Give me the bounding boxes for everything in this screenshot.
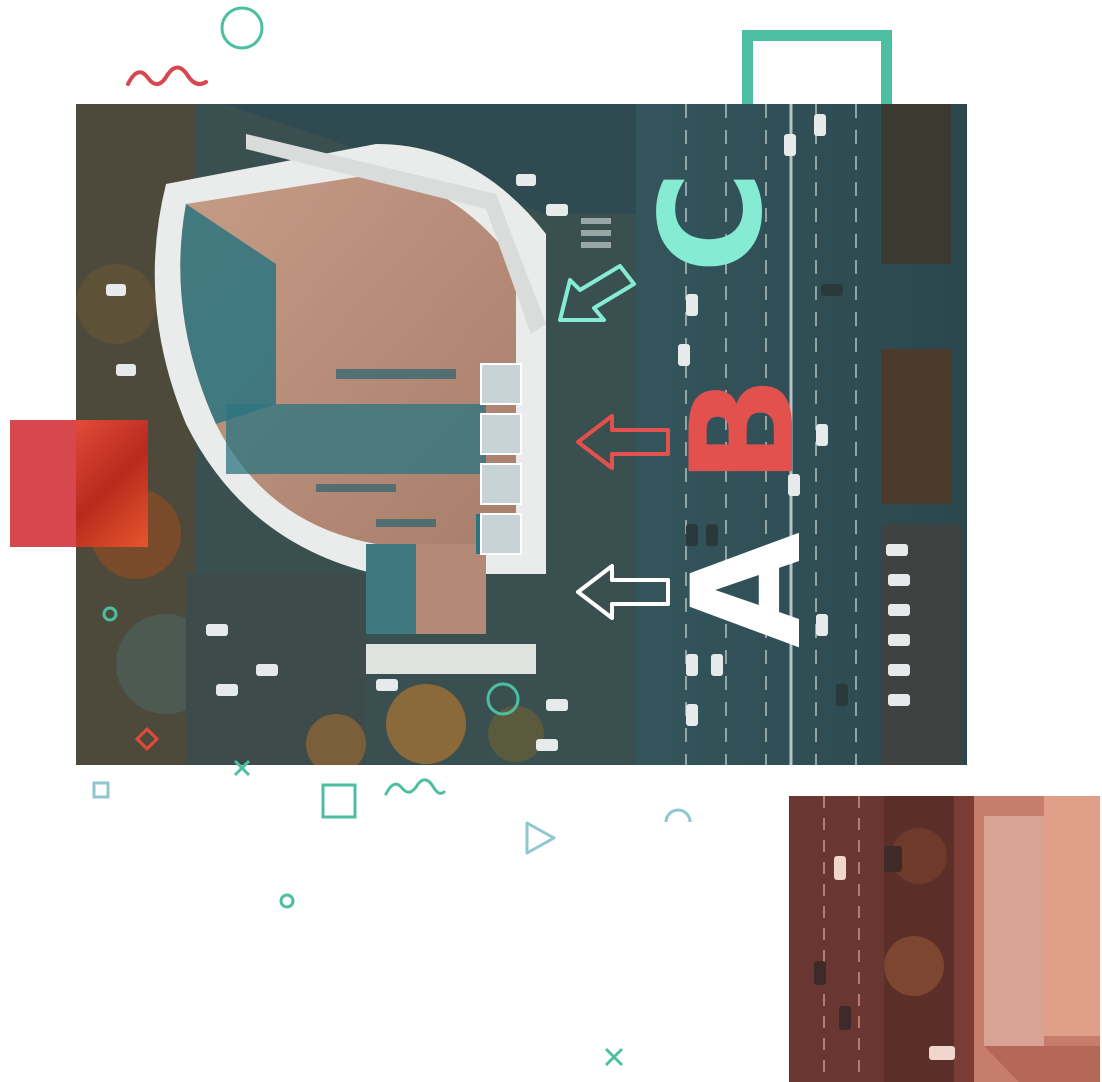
letter-c: C: [631, 170, 794, 274]
red-wave-icon: [126, 64, 208, 90]
letter-a: A: [661, 531, 835, 649]
diamond-icon: [134, 726, 160, 752]
cross-icon: [232, 758, 252, 778]
red-tint-overlay: [76, 420, 148, 547]
wave-icon: [384, 776, 446, 798]
letter-b: B: [661, 375, 826, 485]
inset-photo: [789, 796, 1100, 1082]
arrow-left-icon: [576, 413, 672, 471]
square-icon: [92, 781, 110, 799]
arc-icon: [663, 804, 693, 824]
teal-circle-icon: [486, 682, 520, 716]
cross-icon: [603, 1046, 625, 1068]
triangle-icon: [524, 820, 558, 856]
teal-circle-icon: [220, 6, 266, 52]
aerial-photo: [76, 104, 967, 765]
ring-icon: [278, 892, 296, 910]
square-icon: [321, 783, 357, 819]
ring-icon: [102, 606, 118, 622]
arrow-left-icon: [576, 563, 672, 621]
